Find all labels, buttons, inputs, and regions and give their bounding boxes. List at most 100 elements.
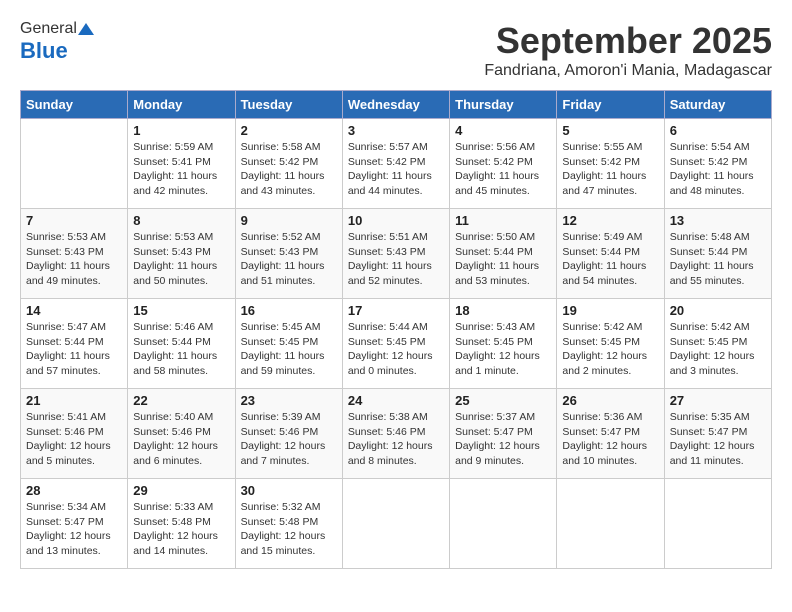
day-number: 20 — [670, 303, 766, 318]
day-info: Sunrise: 5:58 AMSunset: 5:42 PMDaylight:… — [241, 140, 337, 199]
day-number: 11 — [455, 213, 551, 228]
day-number: 12 — [562, 213, 658, 228]
day-info: Sunrise: 5:47 AMSunset: 5:44 PMDaylight:… — [26, 320, 122, 379]
day-number: 24 — [348, 393, 444, 408]
day-info: Sunrise: 5:39 AMSunset: 5:46 PMDaylight:… — [241, 410, 337, 469]
day-number: 30 — [241, 483, 337, 498]
day-number: 18 — [455, 303, 551, 318]
day-info: Sunrise: 5:38 AMSunset: 5:46 PMDaylight:… — [348, 410, 444, 469]
logo: General Blue — [20, 20, 95, 64]
col-header-wednesday: Wednesday — [342, 91, 449, 119]
day-info: Sunrise: 5:35 AMSunset: 5:47 PMDaylight:… — [670, 410, 766, 469]
calendar-cell: 29Sunrise: 5:33 AMSunset: 5:48 PMDayligh… — [128, 479, 235, 569]
calendar-cell: 4 Sunrise: 5:56 AMSunset: 5:42 PMDaylight… — [450, 119, 557, 209]
logo-general-text: General — [20, 20, 77, 38]
day-info: Sunrise: 5:34 AMSunset: 5:47 PMDaylight:… — [26, 500, 122, 559]
day-info: Sunrise: 5:46 AMSunset: 5:44 PMDaylight:… — [133, 320, 229, 379]
calendar-body: 1 Sunrise: 5:59 AMSunset: 5:41 PMDaylight… — [21, 119, 772, 569]
col-header-friday: Friday — [557, 91, 664, 119]
day-info: Sunrise: 5:32 AMSunset: 5:48 PMDaylight:… — [241, 500, 337, 559]
calendar-cell — [450, 479, 557, 569]
day-number: 29 — [133, 483, 229, 498]
day-info: Sunrise: 5:42 AMSunset: 5:45 PMDaylight:… — [562, 320, 658, 379]
calendar-cell: 15 Sunrise: 5:46 AMSunset: 5:44 PMDayligh… — [128, 299, 235, 389]
calendar-cell: 8Sunrise: 5:53 AMSunset: 5:43 PMDaylight… — [128, 209, 235, 299]
calendar-cell: 23 Sunrise: 5:39 AMSunset: 5:46 PMDayligh… — [235, 389, 342, 479]
day-info: Sunrise: 5:57 AMSunset: 5:42 PMDaylight:… — [348, 140, 444, 199]
calendar-header-row: SundayMondayTuesdayWednesdayThursdayFrid… — [21, 91, 772, 119]
day-info: Sunrise: 5:44 AMSunset: 5:45 PMDaylight:… — [348, 320, 444, 379]
day-number: 9 — [241, 213, 337, 228]
day-number: 4 — [455, 123, 551, 138]
day-info: Sunrise: 5:51 AMSunset: 5:43 PMDaylight:… — [348, 230, 444, 289]
day-number: 26 — [562, 393, 658, 408]
calendar-cell: 14 Sunrise: 5:47 AMSunset: 5:44 PMDayligh… — [21, 299, 128, 389]
day-number: 6 — [670, 123, 766, 138]
day-number: 7 — [26, 213, 122, 228]
calendar-cell: 20 Sunrise: 5:42 AMSunset: 5:45 PMDayligh… — [664, 299, 771, 389]
calendar-cell: 19 Sunrise: 5:42 AMSunset: 5:45 PMDayligh… — [557, 299, 664, 389]
calendar-cell: 24 Sunrise: 5:38 AMSunset: 5:46 PMDayligh… — [342, 389, 449, 479]
calendar-cell: 10 Sunrise: 5:51 AMSunset: 5:43 PMDayligh… — [342, 209, 449, 299]
day-info: Sunrise: 5:41 AMSunset: 5:46 PMDaylight:… — [26, 410, 122, 469]
day-number: 21 — [26, 393, 122, 408]
day-info: Sunrise: 5:55 AMSunset: 5:42 PMDaylight:… — [562, 140, 658, 199]
title-block: September 2025 Fandriana, Amoron'i Mania… — [484, 20, 772, 80]
calendar-week-2: 7 Sunrise: 5:53 AMSunset: 5:43 PMDaylight… — [21, 209, 772, 299]
day-number: 8 — [133, 213, 229, 228]
calendar-cell: 3 Sunrise: 5:57 AMSunset: 5:42 PMDaylight… — [342, 119, 449, 209]
calendar-cell — [342, 479, 449, 569]
day-number: 10 — [348, 213, 444, 228]
day-number: 14 — [26, 303, 122, 318]
day-info: Sunrise: 5:54 AMSunset: 5:42 PMDaylight:… — [670, 140, 766, 199]
logo-blue-text: Blue — [20, 38, 68, 64]
calendar-cell: 27 Sunrise: 5:35 AMSunset: 5:47 PMDayligh… — [664, 389, 771, 479]
col-header-tuesday: Tuesday — [235, 91, 342, 119]
calendar-cell: 6 Sunrise: 5:54 AMSunset: 5:42 PMDaylight… — [664, 119, 771, 209]
calendar-cell: 5 Sunrise: 5:55 AMSunset: 5:42 PMDaylight… — [557, 119, 664, 209]
calendar-cell: 2Sunrise: 5:58 AMSunset: 5:42 PMDaylight… — [235, 119, 342, 209]
calendar-cell: 28 Sunrise: 5:34 AMSunset: 5:47 PMDayligh… — [21, 479, 128, 569]
calendar-week-5: 28 Sunrise: 5:34 AMSunset: 5:47 PMDayligh… — [21, 479, 772, 569]
calendar-cell: 12Sunrise: 5:49 AMSunset: 5:44 PMDayligh… — [557, 209, 664, 299]
calendar-cell: 18 Sunrise: 5:43 AMSunset: 5:45 PMDayligh… — [450, 299, 557, 389]
day-info: Sunrise: 5:59 AMSunset: 5:41 PMDaylight:… — [133, 140, 229, 199]
calendar-cell: 21 Sunrise: 5:41 AMSunset: 5:46 PMDayligh… — [21, 389, 128, 479]
calendar-cell — [664, 479, 771, 569]
day-number: 13 — [670, 213, 766, 228]
location-subtitle: Fandriana, Amoron'i Mania, Madagascar — [484, 62, 772, 80]
col-header-sunday: Sunday — [21, 91, 128, 119]
day-info: Sunrise: 5:37 AMSunset: 5:47 PMDaylight:… — [455, 410, 551, 469]
day-number: 27 — [670, 393, 766, 408]
calendar-week-3: 14 Sunrise: 5:47 AMSunset: 5:44 PMDayligh… — [21, 299, 772, 389]
col-header-monday: Monday — [128, 91, 235, 119]
day-info: Sunrise: 5:53 AMSunset: 5:43 PMDaylight:… — [26, 230, 122, 289]
day-info: Sunrise: 5:43 AMSunset: 5:45 PMDaylight:… — [455, 320, 551, 379]
day-number: 1 — [133, 123, 229, 138]
day-number: 3 — [348, 123, 444, 138]
calendar-cell: 1 Sunrise: 5:59 AMSunset: 5:41 PMDaylight… — [128, 119, 235, 209]
calendar-cell: 30 Sunrise: 5:32 AMSunset: 5:48 PMDayligh… — [235, 479, 342, 569]
day-number: 19 — [562, 303, 658, 318]
calendar-cell: 26Sunrise: 5:36 AMSunset: 5:47 PMDayligh… — [557, 389, 664, 479]
day-info: Sunrise: 5:45 AMSunset: 5:45 PMDaylight:… — [241, 320, 337, 379]
calendar-cell — [557, 479, 664, 569]
col-header-thursday: Thursday — [450, 91, 557, 119]
calendar-cell — [21, 119, 128, 209]
day-number: 28 — [26, 483, 122, 498]
calendar-cell: 17Sunrise: 5:44 AMSunset: 5:45 PMDayligh… — [342, 299, 449, 389]
month-title: September 2025 — [484, 20, 772, 62]
calendar-cell: 16Sunrise: 5:45 AMSunset: 5:45 PMDayligh… — [235, 299, 342, 389]
calendar-cell: 22Sunrise: 5:40 AMSunset: 5:46 PMDayligh… — [128, 389, 235, 479]
day-number: 23 — [241, 393, 337, 408]
day-info: Sunrise: 5:40 AMSunset: 5:46 PMDaylight:… — [133, 410, 229, 469]
calendar-cell: 25Sunrise: 5:37 AMSunset: 5:47 PMDayligh… — [450, 389, 557, 479]
day-info: Sunrise: 5:50 AMSunset: 5:44 PMDaylight:… — [455, 230, 551, 289]
calendar-table: SundayMondayTuesdayWednesdayThursdayFrid… — [20, 90, 772, 569]
calendar-cell: 11 Sunrise: 5:50 AMSunset: 5:44 PMDayligh… — [450, 209, 557, 299]
day-number: 15 — [133, 303, 229, 318]
day-number: 5 — [562, 123, 658, 138]
day-info: Sunrise: 5:56 AMSunset: 5:42 PMDaylight:… — [455, 140, 551, 199]
day-info: Sunrise: 5:42 AMSunset: 5:45 PMDaylight:… — [670, 320, 766, 379]
page-header: General Blue September 2025 Fandriana, A… — [20, 20, 772, 80]
